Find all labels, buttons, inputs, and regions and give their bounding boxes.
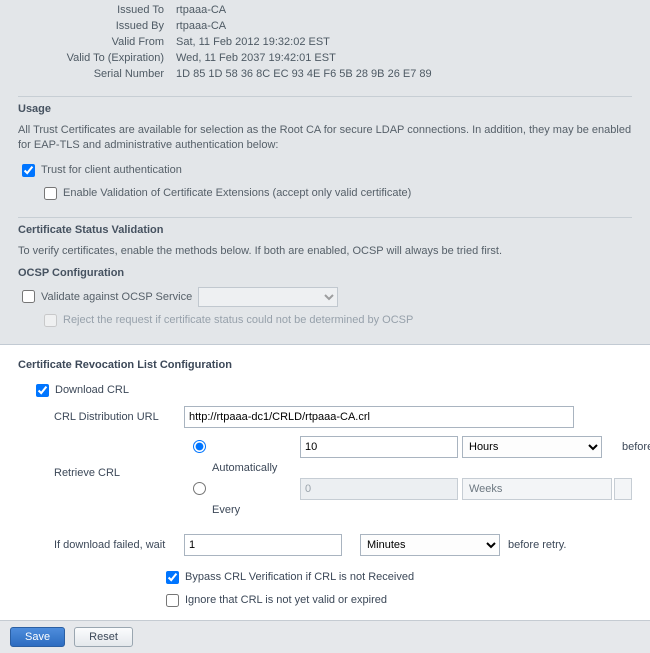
cert-status-validation-description: To verify certificates, enable the metho… (18, 244, 632, 259)
reject-ocsp-checkbox (44, 314, 57, 327)
bypass-crl-checkbox[interactable] (166, 571, 179, 584)
crl-dist-url-input[interactable] (184, 406, 574, 428)
ocsp-service-select[interactable] (198, 287, 338, 307)
crl-config-title: Certificate Revocation List Configuratio… (18, 359, 632, 371)
ocsp-config-title: OCSP Configuration (18, 267, 632, 279)
serial-label: Serial Number (18, 66, 170, 82)
certificate-details-panel: Issued To rtpaaa-CA Issued By rtpaaa-CA … (0, 0, 650, 344)
crl-config-panel: Certificate Revocation List Configuratio… (0, 344, 650, 620)
retrieve-crl-label: Retrieve CRL (54, 457, 184, 479)
retrieve-auto-radio[interactable] (193, 440, 206, 453)
trust-client-auth-checkbox[interactable] (22, 164, 35, 177)
usage-title: Usage (18, 103, 632, 115)
certificate-info-table: Issued To rtpaaa-CA Issued By rtpaaa-CA … (18, 2, 438, 82)
reset-button[interactable]: Reset (74, 627, 133, 647)
download-crl-label: Download CRL (55, 384, 129, 396)
issued-by-label: Issued By (18, 18, 170, 34)
reject-ocsp-label: Reject the request if certificate status… (63, 314, 413, 326)
crl-dist-url-label: CRL Distribution URL (54, 411, 184, 423)
enable-cert-ext-checkbox[interactable] (44, 187, 57, 200)
download-fail-wait-input[interactable] (184, 534, 342, 556)
usage-description: All Trust Certificates are available for… (18, 123, 632, 153)
issued-by-value: rtpaaa-CA (170, 18, 438, 34)
valid-to-value: Wed, 11 Feb 2037 19:42:01 EST (170, 50, 438, 66)
retrieve-auto-label: Automatically (212, 462, 298, 474)
trust-client-auth-label: Trust for client authentication (41, 164, 182, 176)
validate-ocsp-checkbox[interactable] (22, 290, 35, 303)
issued-to-value: rtpaaa-CA (170, 2, 438, 18)
issued-to-label: Issued To (18, 2, 170, 18)
download-fail-wait-label: If download failed, wait (54, 539, 184, 551)
retrieve-every-value-input (300, 478, 458, 500)
retrieve-every-unit-spacer (614, 478, 632, 500)
valid-from-label: Valid From (18, 34, 170, 50)
enable-cert-ext-label: Enable Validation of Certificate Extensi… (63, 187, 411, 199)
retrieve-every-radio[interactable] (193, 482, 206, 495)
download-fail-unit-select[interactable]: Minutes (360, 534, 500, 556)
validate-ocsp-label: Validate against OCSP Service (41, 291, 192, 303)
ignore-crl-validity-checkbox[interactable] (166, 594, 179, 607)
save-button[interactable]: Save (10, 627, 65, 647)
valid-from-value: Sat, 11 Feb 2012 19:32:02 EST (170, 34, 438, 50)
retrieve-every-unit-box: Weeks (462, 478, 612, 500)
valid-to-label: Valid To (Expiration) (18, 50, 170, 66)
download-crl-checkbox[interactable] (36, 384, 49, 397)
retrieve-every-label: Every (212, 504, 298, 516)
bypass-crl-label: Bypass CRL Verification if CRL is not Re… (185, 571, 414, 583)
retrieve-auto-after-text: before expiration. (622, 441, 650, 453)
download-fail-after-text: before retry. (508, 539, 567, 551)
retrieve-auto-value-input[interactable] (300, 436, 458, 458)
cert-status-validation-title: Certificate Status Validation (18, 224, 632, 236)
ignore-crl-validity-label: Ignore that CRL is not yet valid or expi… (185, 594, 387, 606)
footer-toolbar: Save Reset (0, 620, 650, 653)
serial-value: 1D 85 1D 58 36 8C EC 93 4E F6 5B 28 9B 2… (170, 66, 438, 82)
retrieve-auto-unit-select[interactable]: Hours (462, 436, 602, 458)
